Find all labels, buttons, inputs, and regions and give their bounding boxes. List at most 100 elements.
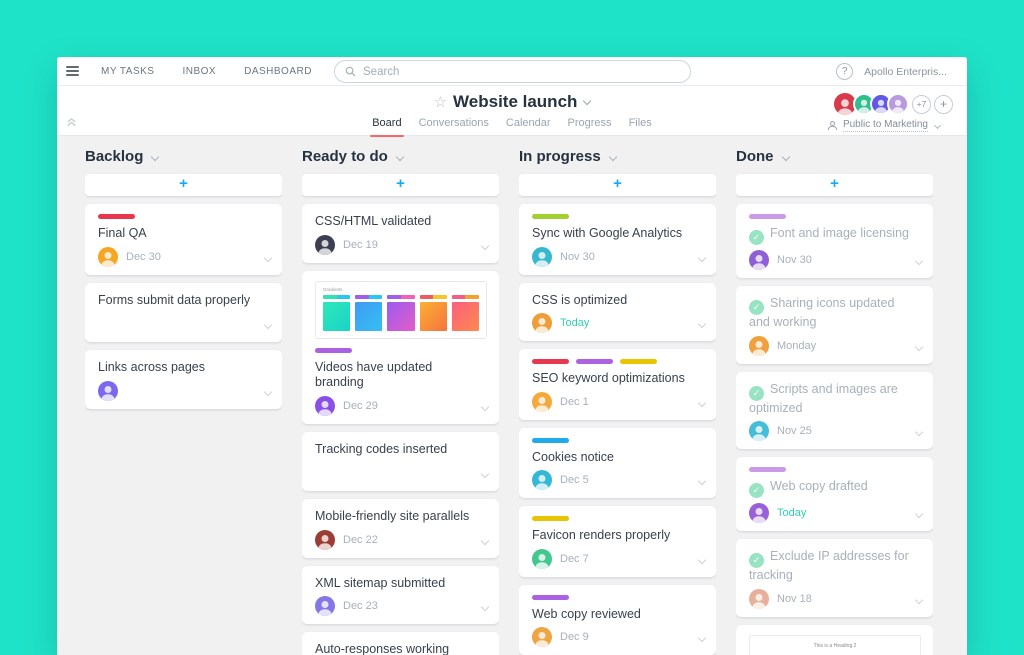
tag-list — [98, 214, 270, 219]
swatch-box — [323, 301, 351, 331]
org-name[interactable]: Apollo Enterpris... — [864, 66, 947, 78]
tag-bar — [532, 359, 569, 364]
card-footer: Nov 25 — [749, 421, 921, 441]
gradient-swatches — [323, 294, 480, 331]
column-title: Done — [736, 148, 774, 165]
assignee-avatar — [315, 596, 335, 616]
top-bar: MY TASKSINBOXDASHBOARD + Search ? Apollo… — [57, 57, 967, 86]
nav-item-my-tasks[interactable]: MY TASKS — [87, 57, 168, 85]
task-card[interactable]: Tracking codes inserted — [302, 431, 499, 491]
card-title: Final QA — [98, 226, 147, 240]
add-task-button[interactable]: + — [302, 174, 499, 196]
page-title: Website launch — [453, 92, 578, 111]
completed-check-icon[interactable]: ✓ — [749, 553, 764, 568]
completed-check-icon[interactable]: ✓ — [749, 483, 764, 498]
column-header[interactable]: In progress — [519, 148, 716, 165]
card-footer: Dec 22 — [315, 529, 487, 550]
column-header[interactable]: Done — [736, 148, 933, 165]
project-header: ☆ Website launch Board Conversations Calend… — [57, 86, 967, 137]
add-task-button[interactable]: + — [85, 174, 282, 196]
gradient-swatch — [451, 294, 480, 331]
column-ready-to-do: Ready to do + CSS/HTML validated Dec 19 Grad… — [302, 137, 499, 655]
tab-calendar[interactable]: Calendar — [506, 117, 551, 133]
card-footer: Dec 1 — [532, 391, 704, 412]
tab-progress[interactable]: Progress — [568, 117, 612, 133]
completed-check-icon[interactable]: ✓ — [749, 300, 764, 315]
card-title: Mobile-friendly site parallels — [315, 509, 470, 523]
search-input[interactable]: Search — [334, 60, 691, 83]
task-card[interactable]: Favicon renders properly Dec 7 — [519, 506, 716, 577]
task-card[interactable]: Auto-responses workingDec 28 — [302, 632, 499, 655]
assignee-avatar — [98, 246, 118, 267]
nav-item-inbox[interactable]: INBOX — [168, 57, 230, 85]
chevron-down-icon — [933, 121, 942, 130]
task-card[interactable]: Web copy reviewed Dec 9 — [519, 584, 716, 655]
tab-files[interactable]: Files — [629, 117, 652, 133]
due-date: Dec 29 — [343, 399, 378, 412]
task-card[interactable]: Forms submit data properly — [85, 282, 282, 342]
task-card[interactable]: ✓ Scripts and images are optimized Nov 25 — [736, 371, 933, 449]
due-date: Dec 23 — [343, 600, 378, 612]
task-card[interactable]: ✓ Font and image licensing Nov 30 — [736, 204, 933, 278]
tab-conversations[interactable]: Conversations — [419, 117, 489, 133]
due-date: Dec 19 — [343, 238, 378, 251]
card-title: Auto-responses working — [315, 642, 450, 655]
task-card[interactable]: Cookies notice Dec 5 — [519, 427, 716, 498]
column-header[interactable]: Backlog — [85, 148, 282, 165]
task-card[interactable]: Final QA Dec 30 — [85, 204, 282, 275]
card-footer: Dec 19 — [315, 234, 487, 255]
card-footer: Dec 29 — [315, 395, 487, 416]
card-title: ✓ Sharing icons updated and working — [749, 296, 895, 329]
swatch-bar — [451, 294, 480, 299]
chevron-down-icon[interactable] — [583, 96, 592, 106]
help-icon[interactable]: ? — [836, 63, 854, 80]
column-header[interactable]: Ready to do — [302, 148, 499, 165]
add-task-button[interactable]: + — [736, 174, 933, 196]
assignee-avatar — [98, 380, 118, 401]
assignee-avatar — [749, 250, 769, 270]
assignee-avatar — [532, 391, 552, 412]
column-title: In progress — [519, 148, 601, 165]
nav-item-dashboard[interactable]: DASHBOARD — [230, 57, 326, 85]
card-title: Videos have updated branding — [315, 359, 433, 390]
task-card[interactable]: SEO keyword optimizations Dec 1 — [519, 349, 716, 420]
assignee-avatar — [749, 421, 769, 441]
collapse-icon[interactable] — [66, 117, 77, 127]
task-card[interactable]: Mobile-friendly site parallels Dec 22 — [302, 499, 499, 558]
tag-list — [532, 214, 704, 219]
completed-check-icon[interactable]: ✓ — [749, 230, 764, 245]
add-member-button[interactable]: + — [934, 94, 953, 114]
thumbnail-heading: This is a Heading 2 — [813, 642, 857, 649]
due-date: Dec 7 — [560, 552, 589, 565]
task-card[interactable]: ✓ Sharing icons updated and working Monday — [736, 286, 933, 364]
completed-check-icon[interactable]: ✓ — [749, 385, 764, 401]
tag-bar — [620, 359, 657, 364]
tag-bar — [532, 516, 569, 521]
task-card[interactable]: Gradients Videos have updated branding Dec… — [302, 270, 499, 424]
menu-icon[interactable] — [57, 57, 87, 85]
task-card[interactable]: Links across pages — [85, 350, 282, 409]
star-icon[interactable]: ☆ — [434, 94, 447, 111]
members-overflow-button[interactable]: +7 — [912, 94, 931, 114]
swatch-bar — [387, 294, 415, 299]
due-date: Monday — [777, 339, 817, 352]
project-title-row: ☆ Website launch — [57, 92, 967, 112]
column-backlog: Backlog + Final QA Dec 30 Forms submit data … — [85, 137, 282, 655]
swatch-bar — [323, 294, 351, 299]
assignee-avatar — [532, 548, 552, 569]
tag-bar — [532, 594, 569, 600]
member-avatar[interactable] — [887, 93, 909, 115]
tag-list — [532, 359, 704, 364]
task-card[interactable]: Sync with Google Analytics Nov 30 — [519, 204, 716, 275]
card-footer: Dec 7 — [532, 548, 704, 569]
add-task-button[interactable]: + — [519, 174, 716, 196]
task-card[interactable]: CSS is optimized Today — [519, 282, 716, 341]
task-card[interactable]: ✓ Web copy drafted Today — [736, 457, 933, 531]
task-card[interactable]: This is a Heading 2 — [736, 624, 933, 655]
privacy-control[interactable]: Public to Marketing — [827, 119, 942, 132]
task-card[interactable]: XML sitemap submitted Dec 23 — [302, 565, 499, 624]
assignee-avatar — [749, 503, 769, 523]
tab-board[interactable]: Board — [370, 117, 404, 137]
task-card[interactable]: CSS/HTML validated Dec 19 — [302, 204, 499, 263]
task-card[interactable]: ✓ Exclude IP addresses for tracking Nov 18 — [736, 539, 933, 617]
